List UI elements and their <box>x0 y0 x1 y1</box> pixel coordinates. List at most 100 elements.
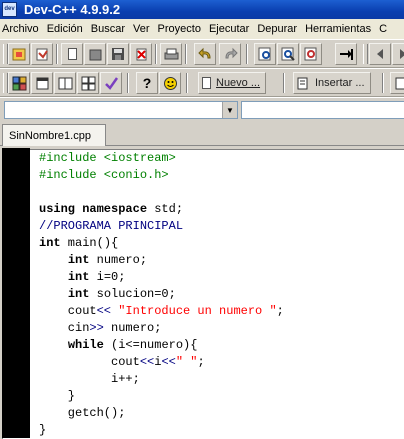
code-token: cin <box>39 321 89 335</box>
toolbar-separator <box>185 44 187 64</box>
new-file-icon[interactable] <box>61 43 83 65</box>
code-token: while <box>68 338 104 352</box>
menu-depurar[interactable]: Depurar <box>253 19 301 39</box>
check-syntax-icon[interactable] <box>100 72 122 94</box>
code-token: << <box>161 355 175 369</box>
back-icon[interactable] <box>369 43 391 65</box>
new-button[interactable]: Nuevo ... <box>198 72 266 94</box>
compile-run-icon[interactable] <box>54 72 76 94</box>
secondary-toolbar: ? Nuevo ... Insertar ... <box>0 68 404 97</box>
replace-icon[interactable] <box>277 43 299 65</box>
rebuild-all-icon[interactable] <box>77 72 99 94</box>
menu-buscar[interactable]: Buscar <box>87 19 129 39</box>
undo-icon[interactable] <box>194 43 216 65</box>
code-line[interactable]: cout<< "Introduce un numero "; <box>39 303 284 320</box>
toolbar-grip[interactable] <box>363 44 368 64</box>
devcpp-app-icon: dev <box>2 2 17 17</box>
toolbar-separator <box>246 44 248 64</box>
menu-edicion[interactable]: Edición <box>43 19 87 39</box>
toolbar-separator <box>283 73 285 93</box>
editor-tabs: SinNombre1.cpp <box>0 122 404 146</box>
code-line[interactable]: } <box>39 388 284 405</box>
code-line[interactable]: ​ <box>39 184 284 201</box>
code-line[interactable]: while (i<=numero){ <box>39 337 284 354</box>
code-token: #include <iostream> <box>39 151 176 165</box>
menu-bar: ArchivoEdiciónBuscarVerProyectoEjecutarD… <box>0 19 404 40</box>
save-icon[interactable] <box>107 43 129 65</box>
title-bar: dev Dev-C++ 4.9.9.2 <box>0 0 404 19</box>
toolbar-separator <box>155 44 157 64</box>
code-line[interactable]: cin>> numero; <box>39 320 284 337</box>
code-token: #include <conio.h> <box>39 168 169 182</box>
code-token: ; <box>197 355 204 369</box>
menu-ejecutar[interactable]: Ejecutar <box>205 19 253 39</box>
insert-icon <box>297 77 310 90</box>
code-token: << <box>140 355 154 369</box>
code-token: } <box>39 423 46 437</box>
toolbar-separator <box>382 73 384 93</box>
menu-c[interactable]: C <box>375 19 391 39</box>
code-token: int <box>68 253 90 267</box>
menu-archivo[interactable]: Archivo <box>0 19 43 39</box>
code-token: } <box>39 389 75 403</box>
code-text[interactable]: #include <iostream> #include <conio.h> ​us… <box>39 150 284 439</box>
code-line[interactable]: int solucion=0; <box>39 286 284 303</box>
class-combobox[interactable]: ▼ <box>4 101 238 119</box>
code-line[interactable]: using namespace std; <box>39 201 284 218</box>
forward-icon[interactable] <box>392 43 404 65</box>
tab-sinnombre1[interactable]: SinNombre1.cpp <box>2 124 106 146</box>
menu-herramientas[interactable]: Herramientas <box>301 19 375 39</box>
code-token: >> <box>89 321 103 335</box>
code-line[interactable]: int numero; <box>39 252 284 269</box>
code-token: int <box>68 270 90 284</box>
code-line[interactable]: #include <conio.h> <box>39 167 284 184</box>
help-icon[interactable]: ? <box>136 72 158 94</box>
print-icon[interactable] <box>160 43 182 65</box>
code-line[interactable]: int i=0; <box>39 269 284 286</box>
code-token <box>39 253 68 267</box>
insert-button-label: Insertar ... <box>315 77 365 89</box>
menu-ver[interactable]: Ver <box>129 19 154 39</box>
code-token: cout <box>39 355 140 369</box>
code-token: int <box>39 236 61 250</box>
code-token: solucion=0; <box>89 287 175 301</box>
new-page-icon <box>202 77 211 89</box>
code-editor[interactable]: #include <iostream> #include <conio.h> ​us… <box>0 146 404 431</box>
window-title: Dev-C++ 4.9.9.2 <box>24 0 120 19</box>
code-line[interactable]: cout<<i<<" "; <box>39 354 284 371</box>
class-browser-icon[interactable] <box>31 43 53 65</box>
code-token: << <box>97 304 111 318</box>
toolbar-separator <box>186 73 188 93</box>
insert-button[interactable]: Insertar ... <box>293 72 371 94</box>
code-token: "Introduce un numero " <box>118 304 276 318</box>
member-combobox[interactable] <box>241 101 404 119</box>
code-line[interactable]: //PROGRAMA PRINCIPAL <box>39 218 284 235</box>
toggle-bookmark-icon[interactable] <box>390 72 404 94</box>
open-project-icon[interactable] <box>8 43 30 65</box>
close-file-icon[interactable] <box>130 43 152 65</box>
code-token: using namespace <box>39 202 147 216</box>
open-file-icon[interactable] <box>84 43 106 65</box>
run-window-icon[interactable] <box>31 72 53 94</box>
code-token: i++; <box>39 372 140 386</box>
dropdown-arrow-icon[interactable]: ▼ <box>222 102 237 118</box>
code-token: i=0; <box>89 270 125 284</box>
code-token: " " <box>176 355 198 369</box>
compile-icon[interactable] <box>8 72 30 94</box>
code-line[interactable]: #include <iostream> <box>39 150 284 167</box>
redo-icon[interactable] <box>219 43 241 65</box>
code-line[interactable]: getch(); <box>39 405 284 422</box>
main-toolbar <box>0 39 404 68</box>
menu-proyecto[interactable]: Proyecto <box>154 19 205 39</box>
code-line[interactable]: int main(){ <box>39 235 284 252</box>
code-token: cout <box>39 304 97 318</box>
code-token: numero; <box>89 253 147 267</box>
code-token: (i<=numero){ <box>104 338 198 352</box>
code-line[interactable]: i++; <box>39 371 284 388</box>
new-button-label: Nuevo ... <box>216 77 260 89</box>
find-icon[interactable] <box>254 43 276 65</box>
find-next-icon[interactable] <box>300 43 322 65</box>
about-smiley-icon[interactable] <box>159 72 181 94</box>
goto-line-icon[interactable] <box>335 43 357 65</box>
code-token <box>39 270 68 284</box>
